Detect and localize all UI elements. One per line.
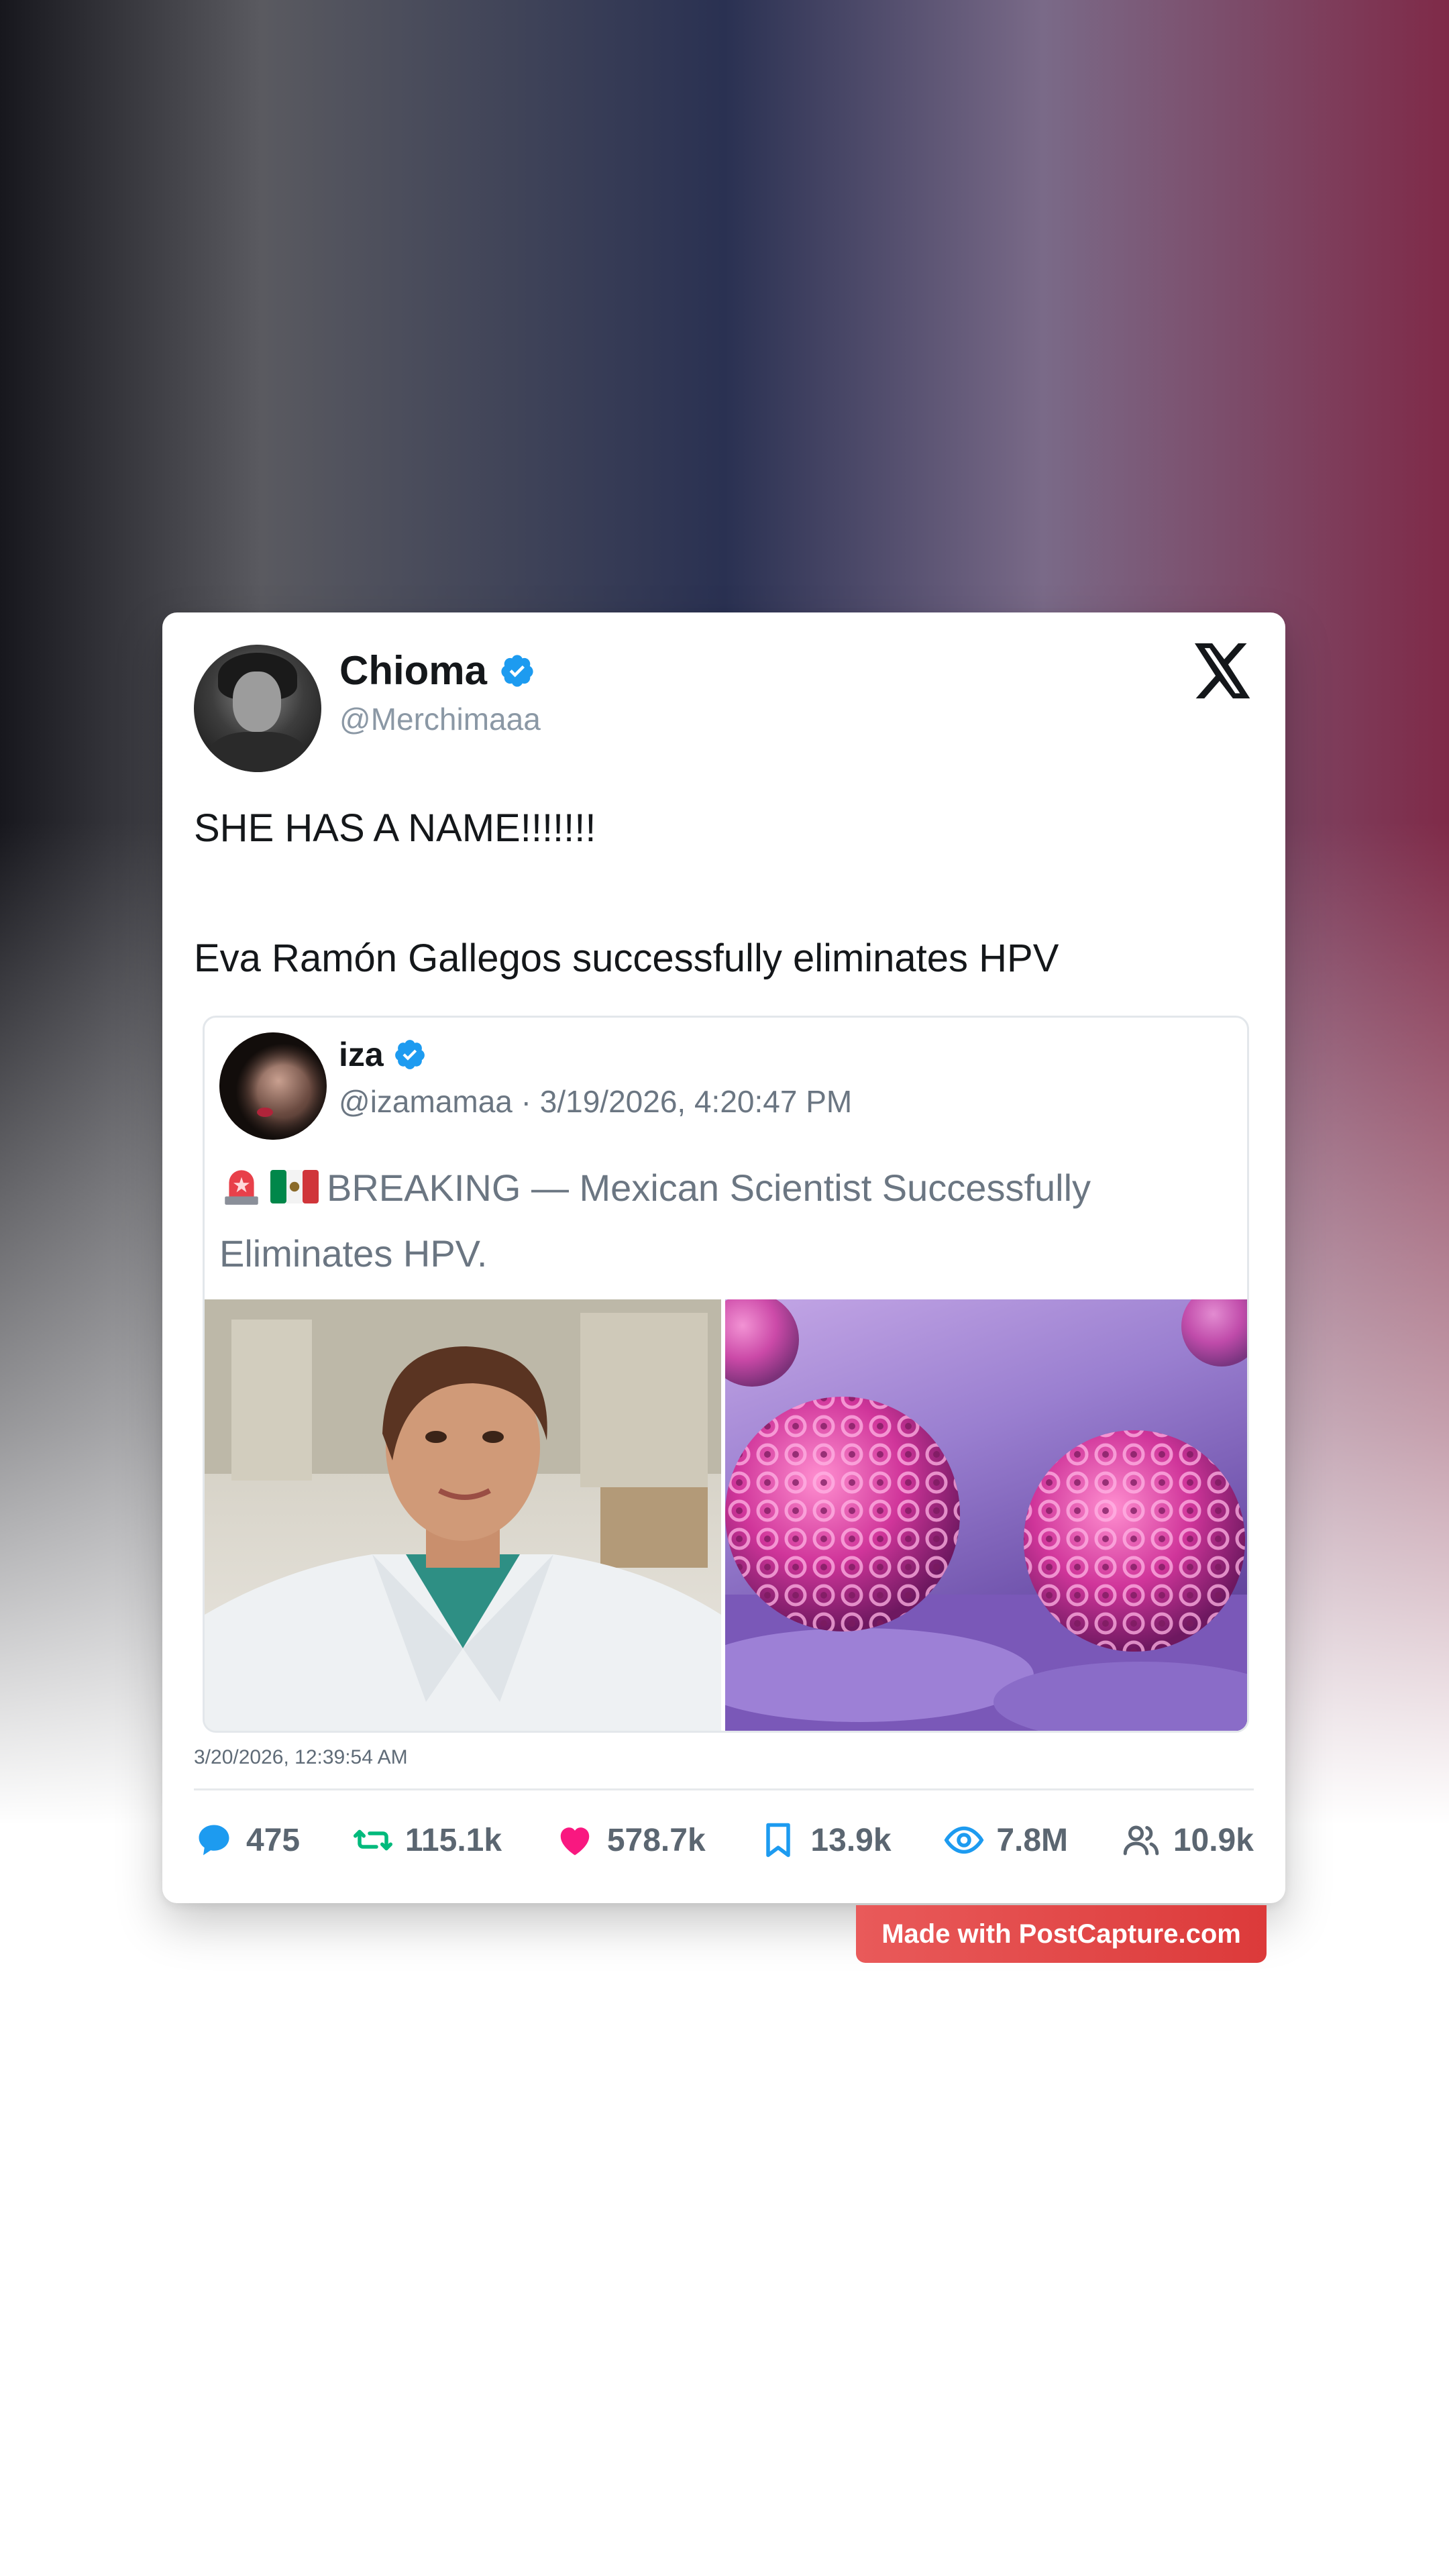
mexico-flag-emoji [270,1170,319,1203]
post-card: Chioma @Merchimaaa SHE HAS A NAME!!!!!!!… [162,612,1285,1903]
author-handle[interactable]: @Merchimaaa [339,701,541,737]
reply-count: 475 [246,1822,301,1858]
post-text-line2: Eva Ramón Gallegos successfully eliminat… [194,936,1059,980]
reply-icon [199,1825,229,1856]
bookmark-icon [766,1823,791,1858]
repost-stat[interactable]: 115.1k [353,1820,502,1860]
repost-count: 115.1k [405,1822,502,1858]
like-stat[interactable]: 578.7k [555,1820,706,1860]
post-timestamp: 3/20/2026, 12:39:54 AM [194,1746,408,1768]
quoted-post-text-body: BREAKING — Mexican Scientist Successfull… [219,1167,1091,1275]
bookmark-count: 13.9k [810,1822,892,1858]
hpv-virus-image[interactable] [725,1299,1247,1731]
verified-icon [501,654,533,687]
repost-icon [353,1829,392,1851]
like-icon [560,1827,590,1856]
verified-icon [394,1040,425,1069]
author-avatar[interactable] [194,645,321,772]
quoted-post[interactable]: iza @izamamaa · 3/19/2026, 4:20:47 PM BR… [203,1016,1249,1733]
author-name[interactable]: Chioma [339,647,487,694]
stats-divider [194,1788,1254,1790]
post-text-line1: SHE HAS A NAME!!!!!!! [194,806,596,850]
siren-emoji [225,1170,258,1205]
views-icon [944,1826,984,1854]
bookmark-stat[interactable]: 13.9k [758,1820,892,1860]
quoted-author-avatar[interactable] [219,1032,327,1140]
x-logo-icon[interactable] [1191,643,1253,700]
engagement-stats: 475 115.1k 578.7k 13.9k 7.8M 10.9k [194,1813,1254,1867]
scientist-photo[interactable] [205,1299,721,1731]
like-count: 578.7k [606,1822,706,1858]
postcapture-badge[interactable]: Made with PostCapture.com [856,1905,1267,1963]
followers-count: 10.9k [1173,1822,1254,1858]
scientist-illustration [205,1299,721,1731]
reply-stat[interactable]: 475 [194,1820,300,1860]
quoted-author-name[interactable]: iza [339,1035,384,1074]
quoted-post-text: BREAKING — Mexican Scientist Successfull… [219,1155,1226,1287]
views-count: 7.8M [996,1822,1069,1858]
followers-icon [1123,1825,1159,1856]
followers-stat[interactable]: 10.9k [1121,1820,1254,1860]
views-stat[interactable]: 7.8M [944,1820,1068,1860]
virus-illustration [725,1299,1247,1731]
quoted-author-name-row: iza [339,1035,427,1074]
quoted-author-meta[interactable]: @izamamaa · 3/19/2026, 4:20:47 PM [339,1083,852,1120]
author-name-row: Chioma [339,647,535,694]
